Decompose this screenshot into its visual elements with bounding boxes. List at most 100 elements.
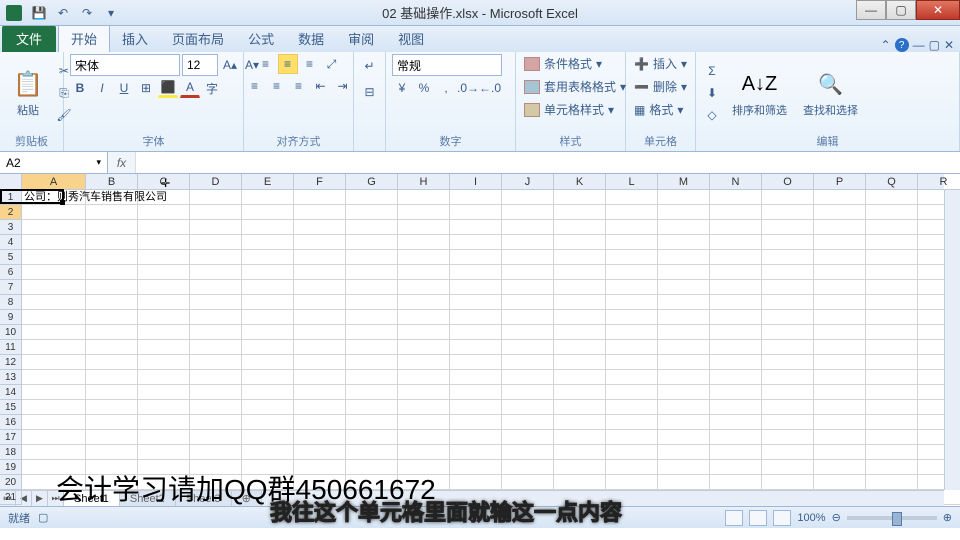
cell-J2[interactable] — [502, 205, 554, 220]
col-header-F[interactable]: F — [294, 174, 346, 190]
cell-A10[interactable] — [22, 325, 86, 340]
clear-icon[interactable]: ◇ — [702, 105, 722, 125]
page-layout-view-button[interactable] — [749, 510, 767, 526]
cell-B6[interactable] — [86, 265, 138, 280]
cell-B7[interactable] — [86, 280, 138, 295]
comma-icon[interactable]: , — [436, 78, 456, 98]
tab-view[interactable]: 视图 — [386, 25, 436, 52]
cell-C12[interactable] — [138, 355, 190, 370]
cell-D9[interactable] — [190, 310, 242, 325]
cell-C8[interactable] — [138, 295, 190, 310]
cell-K13[interactable] — [554, 370, 606, 385]
cell-O1[interactable] — [762, 190, 814, 205]
cell-A7[interactable] — [22, 280, 86, 295]
cell-K9[interactable] — [554, 310, 606, 325]
cell-M10[interactable] — [658, 325, 710, 340]
cell-D17[interactable] — [190, 430, 242, 445]
cell-I3[interactable] — [450, 220, 502, 235]
row-header-5[interactable]: 5 — [0, 250, 22, 265]
cell-Q1[interactable] — [866, 190, 918, 205]
cell-B5[interactable] — [86, 250, 138, 265]
col-header-R[interactable]: R — [918, 174, 960, 190]
cell-F1[interactable] — [294, 190, 346, 205]
orientation-icon[interactable]: ⤢ — [322, 54, 342, 74]
cell-A13[interactable] — [22, 370, 86, 385]
workbook-minimize-icon[interactable]: — — [913, 38, 925, 52]
cell-O7[interactable] — [762, 280, 814, 295]
cell-I17[interactable] — [450, 430, 502, 445]
cell-F12[interactable] — [294, 355, 346, 370]
cell-L18[interactable] — [606, 445, 658, 460]
cell-H9[interactable] — [398, 310, 450, 325]
wrap-text-button[interactable]: ↵ — [358, 54, 382, 78]
page-break-view-button[interactable] — [773, 510, 791, 526]
tab-formulas[interactable]: 公式 — [236, 25, 286, 52]
merge-cells-button[interactable]: ⊟ — [358, 80, 382, 104]
cell-Q10[interactable] — [866, 325, 918, 340]
file-tab[interactable]: 文件 — [2, 25, 56, 52]
minimize-button[interactable]: — — [856, 0, 886, 20]
cell-M9[interactable] — [658, 310, 710, 325]
cell-J4[interactable] — [502, 235, 554, 250]
tab-data[interactable]: 数据 — [286, 25, 336, 52]
cell-Q18[interactable] — [866, 445, 918, 460]
col-header-N[interactable]: N — [710, 174, 762, 190]
cell-N17[interactable] — [710, 430, 762, 445]
row-header-19[interactable]: 19 — [0, 460, 22, 475]
tab-insert[interactable]: 插入 — [110, 25, 160, 52]
cell-D10[interactable] — [190, 325, 242, 340]
cell-Q5[interactable] — [866, 250, 918, 265]
cell-N3[interactable] — [710, 220, 762, 235]
cell-O15[interactable] — [762, 400, 814, 415]
decrease-decimal-icon[interactable]: ←.0 — [480, 78, 500, 98]
cell-G1[interactable] — [346, 190, 398, 205]
cell-Q11[interactable] — [866, 340, 918, 355]
cell-C4[interactable] — [138, 235, 190, 250]
cell-M7[interactable] — [658, 280, 710, 295]
cell-H14[interactable] — [398, 385, 450, 400]
cell-M19[interactable] — [658, 460, 710, 475]
cell-G6[interactable] — [346, 265, 398, 280]
cell-G2[interactable] — [346, 205, 398, 220]
workbook-close-icon[interactable]: ✕ — [944, 38, 954, 52]
fill-color-button[interactable]: ⬛ — [158, 78, 178, 98]
cell-I12[interactable] — [450, 355, 502, 370]
row-header-21[interactable]: 21 — [0, 490, 22, 505]
cell-C9[interactable] — [138, 310, 190, 325]
cell-E13[interactable] — [242, 370, 294, 385]
cell-E4[interactable] — [242, 235, 294, 250]
cell-C13[interactable] — [138, 370, 190, 385]
app-icon[interactable] — [6, 5, 22, 21]
tab-review[interactable]: 审阅 — [336, 25, 386, 52]
currency-icon[interactable]: ¥ — [392, 78, 412, 98]
cell-K7[interactable] — [554, 280, 606, 295]
cell-F2[interactable] — [294, 205, 346, 220]
cell-P9[interactable] — [814, 310, 866, 325]
cell-A6[interactable] — [22, 265, 86, 280]
cell-F11[interactable] — [294, 340, 346, 355]
cell-N7[interactable] — [710, 280, 762, 295]
cell-K4[interactable] — [554, 235, 606, 250]
align-left-icon[interactable]: ≡ — [245, 76, 265, 96]
fill-icon[interactable]: ⬇ — [702, 83, 722, 103]
cell-O4[interactable] — [762, 235, 814, 250]
cell-N16[interactable] — [710, 415, 762, 430]
cell-H17[interactable] — [398, 430, 450, 445]
cell-G9[interactable] — [346, 310, 398, 325]
cell-O12[interactable] — [762, 355, 814, 370]
cell-styles-button[interactable]: 单元格样式 ▾ — [522, 100, 616, 119]
cell-D18[interactable] — [190, 445, 242, 460]
cell-L5[interactable] — [606, 250, 658, 265]
conditional-format-button[interactable]: 条件格式 ▾ — [522, 54, 604, 73]
cell-B15[interactable] — [86, 400, 138, 415]
cell-H16[interactable] — [398, 415, 450, 430]
cell-I2[interactable] — [450, 205, 502, 220]
format-cells-button[interactable]: ▦ 格式 ▾ — [632, 100, 685, 119]
cell-L1[interactable] — [606, 190, 658, 205]
cell-I8[interactable] — [450, 295, 502, 310]
cell-C18[interactable] — [138, 445, 190, 460]
name-box[interactable]: A2▾ — [0, 152, 108, 173]
cell-H5[interactable] — [398, 250, 450, 265]
cell-Q14[interactable] — [866, 385, 918, 400]
maximize-button[interactable]: ▢ — [886, 0, 916, 20]
